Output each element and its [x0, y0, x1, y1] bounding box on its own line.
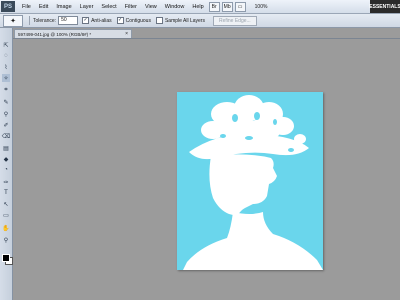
zoom-tool-icon[interactable]: ⚲ [2, 236, 10, 244]
gradient-tool-icon[interactable]: ▤ [2, 144, 10, 152]
crop-tool-icon[interactable]: ⌗ [2, 86, 10, 94]
eyedropper-tool-icon[interactable]: ✎ [2, 98, 10, 106]
foreground-color-swatch[interactable] [2, 254, 10, 262]
menu-file[interactable]: File [18, 4, 35, 10]
menu-edit[interactable]: Edit [35, 4, 52, 10]
menu-window[interactable]: Window [161, 4, 189, 10]
eraser-tool-icon[interactable]: ⌫ [2, 132, 10, 140]
move-tool-icon[interactable]: ⇱ [2, 41, 10, 49]
magic-wand-tool-icon[interactable]: ✧ [2, 74, 10, 82]
brush-tool-icon[interactable]: ✐ [2, 121, 10, 129]
workspace-switcher[interactable]: ESSENTIALS [369, 0, 400, 13]
menu-help[interactable]: Help [188, 4, 207, 10]
separator [29, 16, 30, 25]
shape-tool-icon[interactable]: ▭ [2, 211, 10, 219]
zoom-level[interactable]: 100% [255, 4, 268, 10]
document-tab-strip [13, 38, 400, 39]
document-title: 597499-041.jpg @ 100% (RGB/8#) * [18, 32, 92, 37]
lasso-tool-icon[interactable]: ⌇ [2, 63, 10, 71]
menu-filter[interactable]: Filter [121, 4, 141, 10]
document-canvas[interactable] [177, 92, 323, 270]
type-tool-icon[interactable]: T [2, 189, 10, 197]
mini-bridge-button[interactable]: Mb [221, 1, 233, 12]
anti-alias-label: Anti-alias [91, 17, 112, 24]
pen-tool-icon[interactable]: ✑ [2, 178, 10, 186]
menu-view[interactable]: View [141, 4, 161, 10]
toolbox: ⇱ ◌ ⌇ ✧ ⌗ ✎ ⚲ ✐ ⌫ ▤ ◆ ◔ ✑ T ↖ ▭ ✋ ⚲ [0, 28, 13, 300]
path-selection-tool-icon[interactable]: ↖ [2, 200, 10, 208]
healing-brush-tool-icon[interactable]: ⚲ [2, 110, 10, 118]
dodge-tool-icon[interactable]: ◔ [2, 166, 10, 174]
menu-bar: PS File Edit Image Layer Select Filter V… [0, 0, 400, 14]
blur-tool-icon[interactable]: ◆ [2, 155, 10, 163]
hand-tool-icon[interactable]: ✋ [2, 224, 10, 232]
menu-layer[interactable]: Layer [76, 4, 98, 10]
refine-edge-button[interactable]: Refine Edge... [212, 15, 257, 26]
lady-silhouette-image [183, 95, 323, 270]
contiguous-checkbox[interactable] [116, 17, 124, 24]
menu-select[interactable]: Select [97, 4, 120, 10]
magic-wand-tool-preset-icon[interactable]: ✦ [3, 14, 23, 27]
marquee-tool-icon[interactable]: ◌ [2, 52, 10, 60]
menu-image[interactable]: Image [52, 4, 75, 10]
screen-mode-button[interactable]: ▭ [234, 1, 246, 12]
options-bar: ✦ Tolerance: 50 Anti-alias Contiguous Sa… [0, 14, 400, 28]
tolerance-label: Tolerance: [33, 17, 57, 24]
anti-alias-checkbox[interactable] [82, 17, 90, 24]
photoshop-logo: PS [1, 1, 15, 12]
sample-all-layers-checkbox[interactable] [155, 17, 163, 24]
sample-all-layers-label: Sample All Layers [164, 17, 205, 24]
bridge-button[interactable]: Br [208, 1, 220, 12]
tolerance-input[interactable]: 50 [58, 16, 79, 25]
contiguous-label: Contiguous [125, 17, 151, 24]
